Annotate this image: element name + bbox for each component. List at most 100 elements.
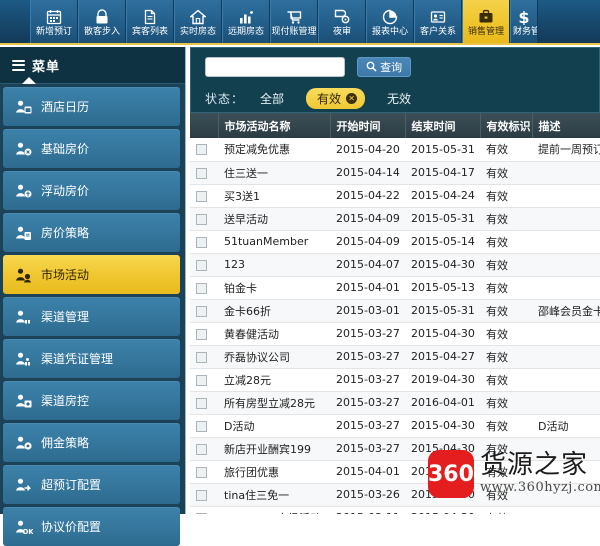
status-option-2[interactable]: 有效 ✕	[306, 87, 366, 109]
row-checkbox[interactable]	[196, 489, 207, 501]
column-header-1[interactable]	[190, 113, 219, 138]
sidebar-item-3[interactable]: 浮动房价	[3, 171, 180, 210]
row-checkbox[interactable]	[196, 167, 207, 179]
sidebar-item-6[interactable]: 渠道管理	[3, 297, 180, 336]
nav-tab-1[interactable]: 新增预订	[30, 0, 78, 43]
commission-icon	[16, 436, 32, 450]
description-cell	[532, 345, 600, 369]
sidebar-item-5[interactable]: 市场活动	[3, 255, 180, 294]
sidebar-item-10[interactable]: 超预订配置	[3, 465, 180, 504]
table-row[interactable]: tina住三免一 2015-03-26 2015-04-30 有效	[190, 483, 600, 507]
row-checkbox[interactable]	[196, 466, 207, 478]
nav-tab-7[interactable]: 夜审	[318, 0, 366, 43]
table-row[interactable]: 金卡66折 2015-03-01 2015-05-31 有效 邵峰会员金卡	[190, 299, 600, 323]
table-row[interactable]: 所有房型立减28元 2015-03-27 2016-04-01 有效	[190, 391, 600, 415]
table-row[interactable]: 旅行团优惠 2015-04-01 2015-04-30 有效	[190, 460, 600, 484]
sidebar-item-label: 协议价配置	[41, 520, 102, 534]
sidebar-item-2[interactable]: 基础房价	[3, 129, 180, 168]
nav-tab-9[interactable]: 客户关系	[414, 0, 462, 43]
agreement-price-icon: OK	[15, 519, 33, 535]
nav-tab-label: 宾客列表	[131, 26, 168, 37]
nav-tab-label: 财务管理	[513, 26, 537, 37]
status-option-1[interactable]: 全部	[260, 92, 284, 106]
end-date-cell: 2015-04-27	[405, 345, 480, 369]
sidebar-item-11[interactable]: OK 协议价配置	[3, 507, 180, 546]
row-checkbox[interactable]	[196, 213, 207, 225]
query-button[interactable]: 查询	[357, 56, 412, 77]
table-row[interactable]: 住三送一 2015-04-14 2015-04-17 有效	[190, 161, 600, 185]
briefcase-icon	[479, 9, 493, 22]
sidebar-header[interactable]: 菜单	[0, 47, 185, 84]
nav-tab-6[interactable]: 现付账管理	[270, 0, 318, 43]
sidebar-item-9[interactable]: 佣金策略	[3, 423, 180, 462]
calendar-user-icon	[16, 100, 32, 113]
search-input[interactable]	[205, 56, 345, 77]
valid-flag-cell: 有效	[480, 230, 532, 254]
close-icon[interactable]: ✕	[346, 92, 358, 104]
end-date-cell: 2015-05-31	[405, 138, 480, 162]
sidebar-item-list: 酒店日历基础房价浮动房价 房价策略 市场活动 渠道管理 渠道凭证管理 渠道房控 佣金策略 超预…	[0, 87, 185, 546]
column-header-2[interactable]: 市场活动名称	[218, 113, 331, 138]
column-header-5[interactable]: 有效标识	[480, 113, 533, 138]
table-header: 市场活动名称 开始时间 结束时间 有效标识 描述	[190, 113, 600, 138]
row-checkbox[interactable]	[196, 351, 207, 363]
valid-flag-cell: 有效	[480, 414, 532, 438]
nav-tab-8[interactable]: 报表中心	[366, 0, 414, 43]
row-checkbox-cell	[190, 368, 218, 392]
campaign-name-cell: 黄春健活动	[218, 322, 330, 346]
sidebar-item-7[interactable]: 渠道凭证管理	[3, 339, 180, 378]
valid-flag-cell: 有效	[480, 207, 532, 231]
nav-tab-11[interactable]: $财务管理	[510, 0, 538, 43]
table-row[interactable]: 黄春健活动 2015-03-27 2015-04-30 有效	[190, 322, 600, 346]
row-checkbox[interactable]	[196, 236, 207, 248]
table-row[interactable]: 新店开业酬宾199 2015-03-27 2015-04-30 有效	[190, 437, 600, 461]
row-checkbox[interactable]	[196, 144, 207, 156]
briefcase-icon	[478, 8, 494, 26]
review-icon	[334, 8, 350, 26]
column-header-6[interactable]: 描述	[532, 113, 600, 138]
row-checkbox[interactable]	[196, 328, 207, 340]
row-checkbox[interactable]	[196, 374, 207, 386]
end-date-cell: 2016-04-01	[405, 391, 480, 415]
contact-card-icon	[430, 10, 446, 23]
description-cell	[532, 230, 600, 254]
nav-tab-2[interactable]: 散客步入	[78, 0, 126, 43]
campaign-name-cell: 预定减免优惠	[218, 138, 330, 162]
nav-tab-4[interactable]: 实时房态	[174, 0, 222, 43]
sidebar-item-1[interactable]: 酒店日历	[3, 87, 180, 126]
nav-tab-5[interactable]: 远期房态	[222, 0, 270, 43]
table-row[interactable]: vscenario市场活动2015-03-112015-04-30有效	[190, 506, 600, 514]
valid-flag-cell: 有效	[480, 391, 532, 415]
row-checkbox[interactable]	[196, 305, 207, 317]
nav-tab-3[interactable]: 宾客列表	[126, 0, 174, 43]
walkin-icon	[96, 8, 108, 23]
table-row[interactable]: 立减28元 2015-03-27 2019-04-30 有效	[190, 368, 600, 392]
status-option-3[interactable]: 无效	[387, 92, 411, 106]
table-row[interactable]: 买3送1 2015-04-22 2015-04-24 有效	[190, 184, 600, 208]
column-header-4[interactable]: 结束时间	[405, 113, 481, 138]
row-checkbox[interactable]	[196, 282, 207, 294]
bar-chart-icon	[240, 10, 253, 23]
table-row[interactable]: 预定减免优惠2015-04-202015-05-31有效提前一周预订...	[190, 138, 600, 162]
sidebar-item-4[interactable]: 房价策略	[3, 213, 180, 252]
table-row[interactable]: 乔磊协议公司 2015-03-27 2015-04-27 有效	[190, 345, 600, 369]
table-row[interactable]: 送早活动 2015-04-09 2015-05-31 有效	[190, 207, 600, 231]
table-row[interactable]: 51tuanMember 2015-04-09 2015-05-14 有效	[190, 230, 600, 254]
dollar-icon: $	[516, 8, 532, 26]
row-checkbox[interactable]	[196, 443, 207, 455]
description-cell	[532, 184, 600, 208]
table-row[interactable]: 铂金卡 2015-04-01 2015-05-13 有效	[190, 276, 600, 300]
row-checkbox[interactable]	[196, 259, 207, 271]
table-container: 市场活动名称 开始时间 结束时间 有效标识 描述 预定减免优惠 2015-04-20 201…	[190, 113, 600, 514]
sidebar-item-label: 基础房价	[41, 142, 90, 156]
row-checkbox[interactable]	[196, 190, 207, 202]
table-row[interactable]: D活动 2015-03-27 2015-04-30 有效 D活动	[190, 414, 600, 438]
valid-flag-cell: 有效	[480, 460, 532, 484]
contact-card-icon	[430, 8, 446, 26]
nav-tab-10[interactable]: 销售管理	[462, 0, 510, 43]
column-header-3[interactable]: 开始时间	[330, 113, 406, 138]
table-row[interactable]: 123 2015-04-07 2015-04-30 有效	[190, 253, 600, 277]
row-checkbox[interactable]	[196, 420, 207, 432]
sidebar-item-8[interactable]: 渠道房控	[3, 381, 180, 420]
row-checkbox[interactable]	[196, 397, 207, 409]
